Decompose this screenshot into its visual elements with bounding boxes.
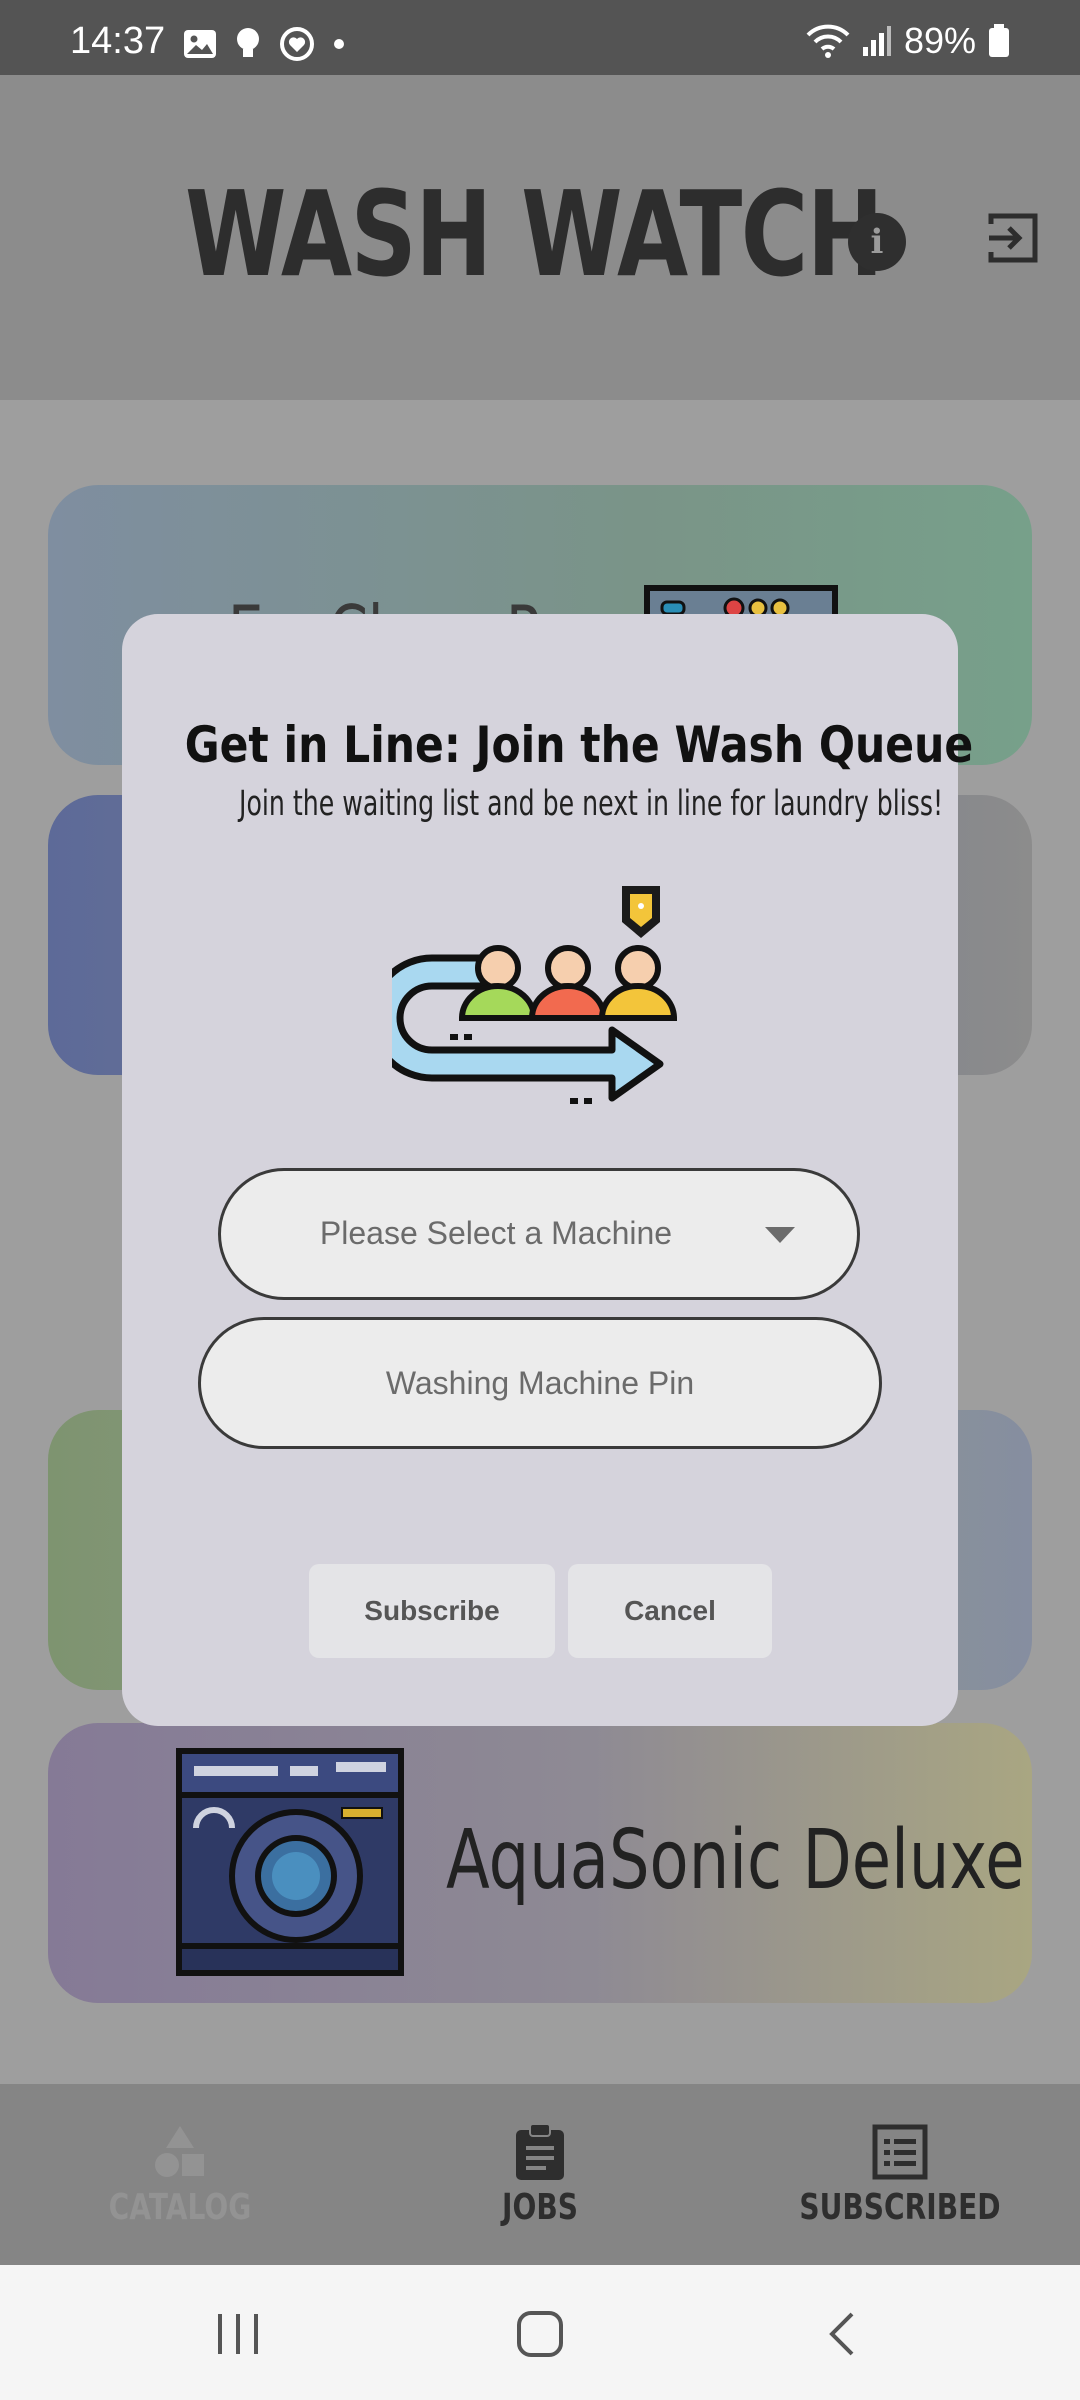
nav-label: JOBS — [502, 2187, 578, 2228]
recent-apps-icon[interactable] — [208, 2310, 268, 2360]
nav-catalog[interactable]: CATALOG — [0, 2084, 360, 2265]
machine-select[interactable]: Please Select a Machine — [218, 1168, 860, 1300]
subscribe-button[interactable]: Subscribe — [309, 1564, 555, 1658]
signal-icon — [862, 26, 891, 56]
notification-icons — [183, 26, 345, 62]
info-button[interactable]: i — [848, 213, 906, 271]
system-nav-bar — [0, 2265, 1080, 2400]
status-time: 14:37 — [70, 20, 166, 62]
queue-illustration-icon — [392, 886, 678, 1104]
clipboard-icon — [516, 2123, 564, 2180]
status-right: 89% — [806, 20, 1010, 62]
nav-label: CATALOG — [108, 2187, 252, 2228]
status-bar: 14:37 89% — [0, 0, 1080, 75]
wifi-icon — [806, 24, 850, 58]
cancel-button[interactable]: Cancel — [568, 1564, 772, 1658]
catalog-icon — [155, 2126, 204, 2177]
shield-heart-icon — [280, 27, 314, 61]
home-icon[interactable] — [510, 2310, 570, 2360]
dialog-subtitle: Join the waiting list and be next in lin… — [239, 784, 944, 824]
dropdown-arrow-icon — [765, 1227, 795, 1243]
machine-pin-input[interactable] — [198, 1317, 882, 1449]
washing-machine-icon — [176, 1748, 404, 1976]
machine-name: AquaSonic Deluxe — [446, 1813, 1025, 1908]
nav-jobs[interactable]: JOBS — [360, 2084, 720, 2265]
logout-icon[interactable] — [983, 208, 1043, 268]
app-header: WASH WATCH i — [0, 75, 1080, 400]
join-queue-dialog: Get in Line: Join the Wash Queue Join th… — [122, 614, 974, 1726]
bulb-icon — [237, 28, 259, 57]
battery-icon — [989, 24, 1009, 57]
machine-select-value: Please Select a Machine — [319, 1215, 673, 1251]
nav-subscribed[interactable]: SUBSCRIBED — [720, 2084, 1080, 2265]
back-icon[interactable] — [812, 2310, 872, 2360]
nav-label: SUBSCRIBED — [799, 2187, 1001, 2228]
app-title: WASH WATCH — [185, 165, 884, 303]
machine-card-aquasonic[interactable]: AquaSonic Deluxe — [48, 1723, 1032, 2003]
bottom-nav: CATALOG JOBS SUBSCRIBED — [0, 2084, 1080, 2265]
dot-icon — [334, 39, 344, 49]
dialog-title: Get in Line: Join the Wash Queue — [184, 716, 974, 774]
gallery-icon — [184, 30, 216, 58]
list-icon — [872, 2124, 928, 2180]
info-icon: i — [870, 222, 884, 262]
battery-percent: 89% — [903, 20, 976, 61]
